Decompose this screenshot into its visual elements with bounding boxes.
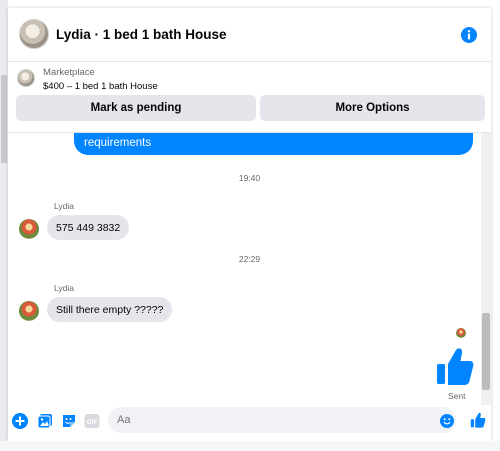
message-sender: Lydia: [54, 283, 75, 293]
marketplace-label: Marketplace: [43, 67, 95, 78]
incoming-message-bubble[interactable]: 575 449 3832: [47, 215, 130, 240]
sender-avatar[interactable]: [19, 301, 39, 321]
message-composer: GIF: [8, 405, 491, 441]
message-scrollbar[interactable]: [481, 133, 491, 405]
message-sender: Lydia: [54, 201, 75, 211]
message-timestamp: 19:40: [238, 173, 261, 183]
chat-title[interactable]: Lydia · 1 bed 1 bath House: [56, 27, 227, 42]
listing-price-title[interactable]: $400 – 1 bed 1 bath House: [43, 81, 158, 92]
sender-avatar[interactable]: [19, 219, 39, 239]
gif-icon[interactable]: GIF: [84, 413, 100, 429]
marketplace-listing: Marketplace $400 – 1 bed 1 bath House Ma…: [8, 62, 491, 132]
page-scrollbar-thumb[interactable]: [1, 75, 7, 163]
chat-header[interactable]: Lydia · 1 bed 1 bath House: [8, 8, 491, 62]
message-timestamp: 22:29: [238, 254, 261, 264]
gif-icon-text: GIF: [87, 419, 98, 426]
sent-status: Sent: [448, 391, 466, 401]
sticker-icon[interactable]: [61, 413, 77, 429]
page-scrollbar[interactable]: [0, 0, 8, 451]
like-icon[interactable]: [470, 412, 486, 428]
seen-receipt-avatar: [456, 328, 466, 338]
emoji-icon[interactable]: [440, 414, 454, 428]
chat-window: Lydia · 1 bed 1 bath House Marketplace $…: [8, 8, 491, 441]
message-list[interactable]: requirements 19:40 Lydia 575 449 3832 22…: [8, 132, 491, 405]
mark-as-pending-button[interactable]: Mark as pending: [16, 95, 256, 121]
photo-icon[interactable]: [37, 413, 53, 429]
listing-thumbnail[interactable]: [17, 69, 35, 87]
incoming-message-bubble[interactable]: Still there empty ?????: [47, 297, 173, 322]
plus-icon[interactable]: [12, 413, 28, 429]
listing-avatar[interactable]: [19, 19, 49, 49]
sent-like-icon[interactable]: [436, 346, 474, 386]
message-scrollbar-thumb[interactable]: [482, 313, 490, 390]
outgoing-message-bubble[interactable]: requirements: [74, 133, 473, 155]
message-input[interactable]: [108, 407, 456, 433]
taskbar-strip: [0, 441, 500, 451]
info-icon[interactable]: [461, 27, 477, 43]
more-options-button[interactable]: More Options: [260, 95, 485, 121]
